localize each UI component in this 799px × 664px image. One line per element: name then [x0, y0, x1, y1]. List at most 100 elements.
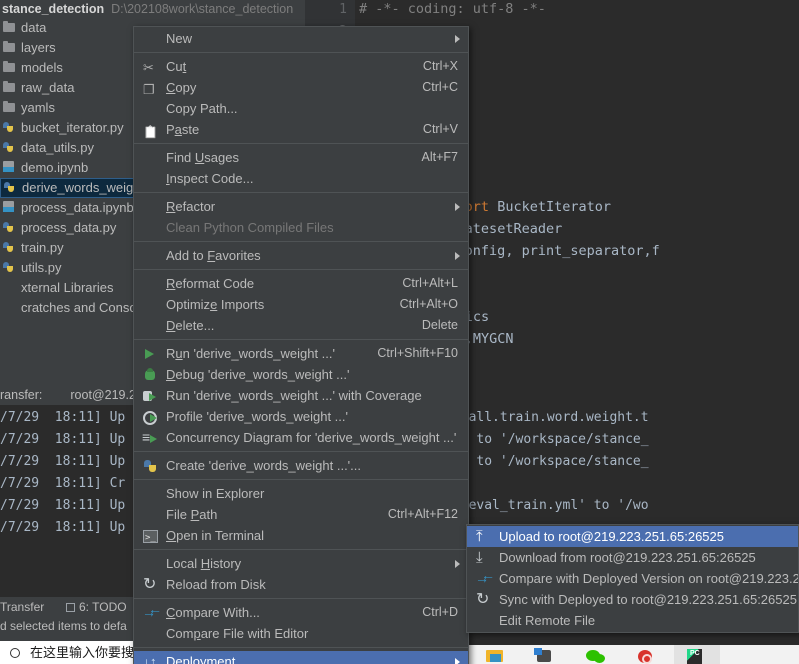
menu-item-label: Edit Remote File: [499, 613, 596, 628]
menu-item-shortcut: Ctrl+Alt+O: [399, 297, 458, 311]
menu-separator: [134, 52, 468, 53]
menu-item-shortcut: Ctrl+Alt+F12: [387, 507, 458, 521]
snail-browser-icon[interactable]: [634, 647, 656, 664]
menu-item-delete[interactable]: Delete... Delete: [134, 315, 468, 336]
none: [2, 301, 17, 314]
menu-item-copy[interactable]: Copy Ctrl+C: [134, 77, 468, 100]
log-line-left: /7/29 18:11] Cr: [0, 476, 126, 491]
menu-item-open-in-terminal[interactable]: Open in Terminal: [134, 525, 468, 549]
menu-item-label: Find Usages: [166, 150, 239, 165]
menu-item-cut[interactable]: Cut Ctrl+X: [134, 56, 468, 78]
line-number: 1: [339, 2, 347, 17]
python-file-icon: [2, 241, 17, 254]
menu-item-label: Open in Terminal: [166, 528, 265, 543]
wechat-icon[interactable]: [584, 647, 606, 664]
menu-item-compare-with[interactable]: Compare With... Ctrl+D: [134, 599, 468, 623]
menu-item-label: Compare File with Editor: [166, 626, 309, 641]
menu-item-shortcut: Ctrl+Shift+F10: [377, 346, 458, 360]
folder-icon: [2, 41, 17, 54]
menu-item-inspect-code[interactable]: Inspect Code...: [134, 168, 468, 189]
tree-item-label: bucket_iterator.py: [21, 120, 124, 135]
menu-item-label: File Path: [166, 507, 218, 522]
menu-item-create-derive-words-weight[interactable]: Create 'derive_words_weight ...'...: [134, 455, 468, 476]
deployment-icon: [142, 651, 158, 664]
python-file-icon: [2, 141, 17, 154]
submenu-arrow-icon: [455, 252, 460, 260]
menu-item-upload-to-root-219-223-251-65-26525[interactable]: Upload to root@219.223.251.65:26525: [467, 526, 798, 547]
menu-separator: [134, 241, 468, 242]
file-context-menu[interactable]: New Cut Ctrl+X Copy Ctrl+C Copy Path... Paste C…: [133, 26, 469, 664]
python-file-icon: [3, 181, 18, 194]
menu-item-concurrency-diagram-for-derive-words-weight[interactable]: Concurrency Diagram for 'derive_words_we…: [134, 427, 468, 448]
menu-item-sync-with-deployed-to-root-219-223-251-65-26525[interactable]: Sync with Deployed to root@219.223.251.6…: [467, 589, 798, 610]
compare-icon: [142, 599, 162, 623]
tree-item-label: data_utils.py: [21, 140, 94, 155]
folder-icon: [2, 61, 17, 74]
menu-item-debug-derive-words-weight[interactable]: Debug 'derive_words_weight ...': [134, 364, 468, 385]
menu-item-compare-file-with-editor[interactable]: Compare File with Editor: [134, 623, 468, 644]
tree-item-label: train.py: [21, 240, 64, 255]
menu-item-shortcut: Ctrl+V: [422, 122, 458, 136]
menu-item-label: Cut: [166, 59, 187, 74]
menu-item-label: Optimize Imports: [166, 297, 265, 312]
menu-item-paste[interactable]: Paste Ctrl+V: [134, 119, 468, 140]
menu-item-add-to-favorites[interactable]: Add to Favorites: [134, 245, 468, 266]
menu-item-refactor[interactable]: Refactor: [134, 196, 468, 217]
tab-todo[interactable]: 6: TODO: [66, 597, 127, 617]
tree-item-label: data: [21, 20, 47, 35]
project-path: D:\202108work\stance_detection: [111, 2, 294, 16]
menu-item-deployment[interactable]: Deployment: [134, 651, 468, 664]
menu-item-reformat-code[interactable]: Reformat Code Ctrl+Alt+L: [134, 273, 468, 294]
menu-item-label: Run 'derive_words_weight ...' with Cover…: [166, 388, 422, 403]
menu-item-edit-remote-file[interactable]: Edit Remote File: [467, 610, 798, 631]
menu-separator: [134, 549, 468, 550]
menu-separator: [134, 451, 468, 452]
menu-item-profile-derive-words-weight[interactable]: Profile 'derive_words_weight ...': [134, 406, 468, 427]
menu-item-download-from-root-219-223-251-65-26525[interactable]: Download from root@219.223.251.65:26525: [467, 547, 798, 568]
menu-item-run-derive-words-weight[interactable]: Run 'derive_words_weight ...' Ctrl+Shift+…: [134, 343, 468, 364]
list-icon: [66, 603, 75, 612]
pycharm-icon[interactable]: [684, 647, 706, 664]
menu-separator: [134, 269, 468, 270]
menu-item-label: Download from root@219.223.251.65:26525: [499, 550, 756, 565]
submenu-arrow-icon: [455, 203, 460, 211]
menu-item-local-history[interactable]: Local History: [134, 553, 468, 574]
menu-item-label: Sync with Deployed to root@219.223.251.6…: [499, 592, 799, 607]
deployment-submenu[interactable]: Upload to root@219.223.251.65:26525 Downl…: [466, 524, 799, 633]
code-token: # -*- coding: utf-8 -*-: [359, 1, 546, 17]
file-explorer-icon[interactable]: [484, 647, 506, 664]
notebook-file-icon: [2, 161, 17, 174]
menu-item-label: Profile 'derive_words_weight ...': [166, 409, 348, 424]
menu-item-label: Paste: [166, 122, 200, 137]
submenu-arrow-icon: [455, 560, 460, 568]
security-icon[interactable]: [534, 647, 556, 664]
tree-item-label: layers: [21, 40, 56, 55]
tab-transfer[interactable]: Transfer: [0, 597, 44, 617]
menu-item-show-in-explorer[interactable]: Show in Explorer: [134, 483, 468, 504]
menu-item-shortcut: Ctrl+X: [422, 59, 458, 73]
menu-item-label: Add to Favorites: [166, 248, 261, 263]
menu-item-copy-path[interactable]: Copy Path...: [134, 98, 468, 119]
menu-item-shortcut: Alt+F7: [421, 150, 458, 164]
menu-item-find-usages[interactable]: Find Usages Alt+F7: [134, 147, 468, 168]
menu-item-optimize-imports[interactable]: Optimize Imports Ctrl+Alt+O: [134, 294, 468, 315]
menu-item-new[interactable]: New: [134, 28, 468, 49]
menu-item-clean-python-compiled-files: Clean Python Compiled Files: [134, 217, 468, 238]
menu-item-file-path[interactable]: File Path Ctrl+Alt+F12: [134, 504, 468, 525]
upload-icon: [475, 526, 491, 547]
menu-item-shortcut: Delete: [421, 318, 458, 332]
menu-separator: [134, 339, 468, 340]
compare-icon: [475, 565, 495, 589]
menu-item-label: Delete...: [166, 318, 215, 333]
menu-separator: [134, 192, 468, 193]
reload-icon: [142, 574, 158, 595]
search-placeholder: 在这里输入你要搜: [30, 645, 135, 660]
menu-item-compare-with-deployed-version-on-root-219-223-25[interactable]: Compare with Deployed Version on root@21…: [467, 565, 798, 589]
menu-item-label: Deployment: [166, 654, 236, 664]
menu-item-run-derive-words-weight-with-coverage[interactable]: Run 'derive_words_weight ...' with Cover…: [134, 385, 468, 406]
menu-item-reload-from-disk[interactable]: Reload from Disk: [134, 574, 468, 595]
menu-item-shortcut: Ctrl+C: [422, 80, 458, 94]
project-name: stance_detection: [2, 2, 105, 16]
copy-icon: [142, 79, 158, 100]
python-icon: [142, 458, 158, 474]
